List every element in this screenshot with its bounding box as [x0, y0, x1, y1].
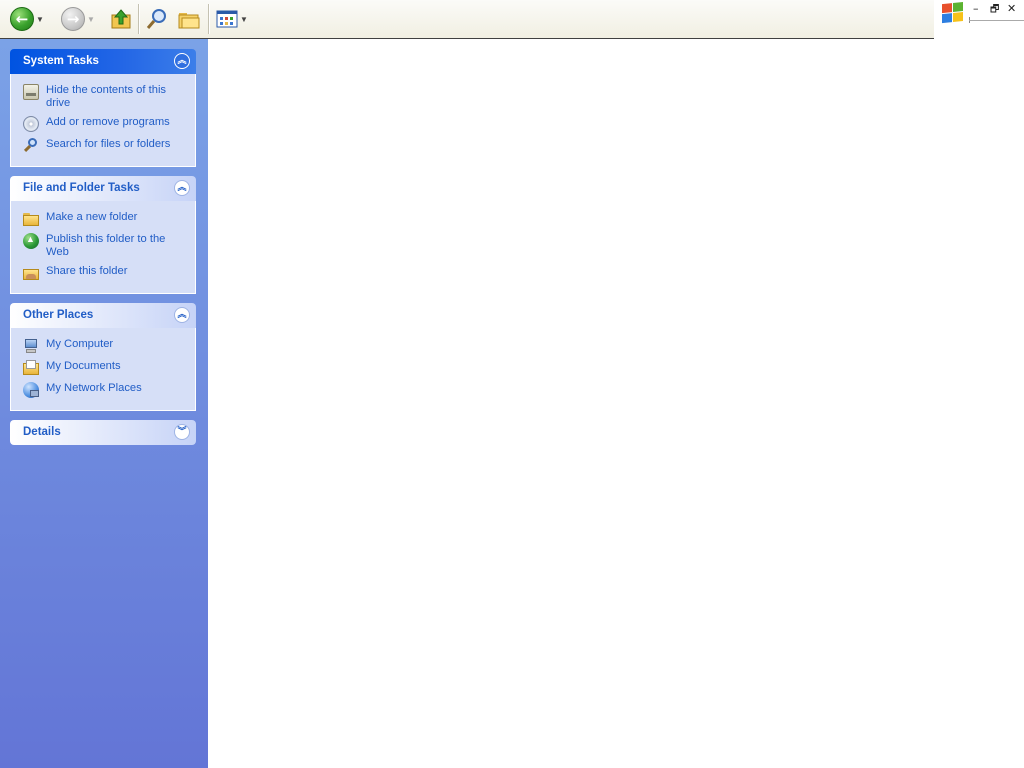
- system-tasks-body: Hide the contents of this drive Add or r…: [10, 74, 196, 167]
- task-label: Hide the contents of this drive: [46, 84, 167, 109]
- my-documents-icon: [23, 360, 39, 376]
- forward-arrow-icon: →: [61, 7, 85, 31]
- toolbar-separator: [138, 4, 140, 34]
- task-hide-drive-contents[interactable]: Hide the contents of this drive: [11, 82, 195, 114]
- other-places-body: My Computer My Documents My Network Plac…: [10, 328, 196, 411]
- task-label: Add or remove programs: [46, 116, 170, 128]
- place-label: My Documents: [46, 360, 121, 372]
- my-computer-icon: [23, 338, 39, 354]
- search-button[interactable]: [146, 5, 168, 33]
- folder-content-area[interactable]: [208, 39, 1024, 768]
- collapse-chevron-icon[interactable]: ︽: [174, 307, 190, 323]
- collapse-chevron-icon[interactable]: ︽: [174, 53, 190, 69]
- task-label: Publish this folder to the Web: [46, 233, 166, 258]
- file-folder-tasks-title: File and Folder Tasks: [23, 182, 140, 194]
- system-tasks-header[interactable]: System Tasks ︽: [10, 49, 196, 74]
- task-publish-to-web[interactable]: Publish this folder to the Web: [11, 231, 195, 263]
- system-tasks-title: System Tasks: [23, 55, 99, 67]
- search-icon: [146, 9, 166, 29]
- task-make-new-folder[interactable]: Make a new folder: [11, 209, 195, 231]
- toolbar-separator: [208, 4, 210, 34]
- new-folder-icon: [23, 211, 39, 227]
- details-panel: Details ︾: [10, 420, 196, 445]
- back-button[interactable]: ← ▼: [10, 5, 44, 33]
- restore-button[interactable]: 🗗: [990, 2, 999, 19]
- task-share-folder[interactable]: Share this folder: [11, 263, 195, 285]
- close-button[interactable]: ✕: [1007, 2, 1016, 15]
- task-add-remove-programs[interactable]: Add or remove programs: [11, 114, 195, 136]
- back-arrow-icon: ←: [10, 7, 34, 31]
- details-title: Details: [23, 426, 61, 438]
- up-folder-button[interactable]: [110, 5, 132, 33]
- file-folder-tasks-header[interactable]: File and Folder Tasks ︽: [10, 176, 196, 201]
- file-folder-tasks-body: Make a new folder Publish this folder to…: [10, 201, 196, 294]
- task-search-files[interactable]: Search for files or folders: [11, 136, 195, 158]
- task-label: Make a new folder: [46, 211, 138, 223]
- cd-icon: [23, 116, 39, 132]
- views-icon: [216, 10, 238, 28]
- other-places-title: Other Places: [23, 309, 94, 321]
- minimize-button[interactable]: –: [973, 2, 979, 15]
- network-places-icon: [23, 382, 39, 398]
- folders-button[interactable]: [178, 5, 200, 33]
- place-my-computer[interactable]: My Computer: [11, 336, 195, 358]
- place-my-documents[interactable]: My Documents: [11, 358, 195, 380]
- file-folder-tasks-panel: File and Folder Tasks ︽ Make a new folde…: [10, 176, 196, 294]
- folders-icon: [178, 13, 200, 29]
- collapse-chevron-icon[interactable]: ︽: [174, 180, 190, 196]
- share-folder-icon: [23, 265, 39, 281]
- publish-web-icon: [23, 233, 39, 249]
- place-label: My Network Places: [46, 382, 142, 394]
- toolbar: ← ▼ → ▼ ▼: [0, 0, 934, 39]
- task-label: Share this folder: [46, 265, 128, 277]
- search-icon: [23, 138, 39, 154]
- expand-chevron-icon[interactable]: ︾: [174, 424, 190, 440]
- window-corner: – 🗗 ✕: [934, 0, 1024, 38]
- details-header[interactable]: Details ︾: [10, 420, 196, 445]
- place-label: My Computer: [46, 338, 114, 350]
- forward-dropdown-arrow-icon[interactable]: ▼: [87, 15, 95, 24]
- windows-logo-icon: [942, 1, 964, 24]
- other-places-panel: Other Places ︽ My Computer My Documents …: [10, 303, 196, 411]
- system-tasks-panel: System Tasks ︽ Hide the contents of this…: [10, 49, 196, 167]
- place-my-network-places[interactable]: My Network Places: [11, 380, 195, 402]
- menu-bar-edge: [969, 20, 1024, 21]
- other-places-header[interactable]: Other Places ︽: [10, 303, 196, 328]
- task-pane: System Tasks ︽ Hide the contents of this…: [0, 39, 208, 768]
- views-dropdown-arrow-icon[interactable]: ▼: [240, 15, 248, 24]
- task-label: Search for files or folders: [46, 138, 171, 150]
- views-button[interactable]: ▼: [216, 5, 248, 33]
- back-dropdown-arrow-icon[interactable]: ▼: [36, 15, 44, 24]
- drive-icon: [23, 84, 39, 100]
- forward-button[interactable]: → ▼: [61, 5, 95, 33]
- up-folder-icon: [111, 9, 131, 29]
